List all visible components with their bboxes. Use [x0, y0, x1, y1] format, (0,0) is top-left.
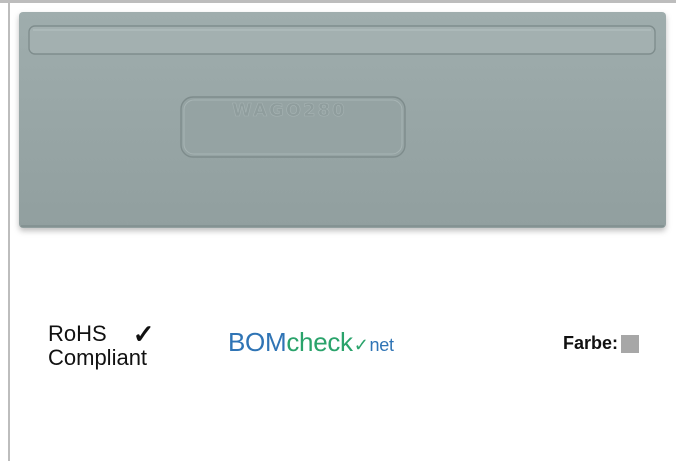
product-photo: WAGO280 — [0, 0, 676, 240]
checkmark-icon: ✓ — [132, 319, 155, 349]
color-indicator: Farbe: — [563, 333, 640, 354]
bomcheck-logo-check: check — [286, 327, 353, 357]
rohs-label: RoHS — [48, 321, 107, 346]
color-swatch — [621, 334, 640, 353]
rohs-compliant-label: Compliant — [48, 345, 148, 370]
end-plate-imprint: WAGO280 — [232, 100, 347, 121]
end-plate-image: WAGO280 — [19, 12, 666, 228]
rohs-compliant-badge: RoHS ✓ Compliant — [48, 319, 155, 370]
bomcheck-logo-bom: BOM — [228, 327, 287, 357]
bomcheck-logo: BOM check ✓ net — [228, 327, 394, 360]
color-label: Farbe: — [563, 333, 619, 353]
bomcheck-logo-net: net — [369, 335, 394, 355]
bomcheck-tick-icon: ✓ — [353, 335, 369, 355]
